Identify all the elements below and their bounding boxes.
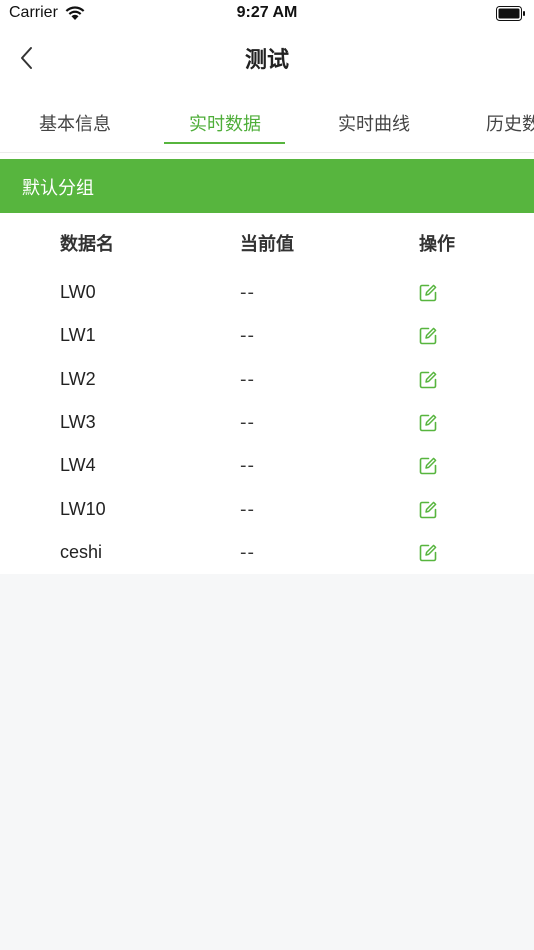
tab-history-data[interactable]: 历史数据: [448, 110, 534, 136]
table-row: LW2 --: [0, 369, 534, 412]
data-name-cell: ceshi: [60, 541, 103, 562]
edit-icon[interactable]: [418, 500, 438, 520]
current-value-cell: --: [240, 455, 255, 477]
active-tab-indicator: [164, 142, 285, 144]
column-header-action: 操作: [419, 234, 455, 255]
clock: 9:27 AM: [236, 4, 298, 21]
data-name-cell: LW10: [60, 498, 106, 519]
current-value-cell: --: [240, 498, 255, 520]
table-row: LW4 --: [0, 455, 534, 498]
data-name-cell: LW4: [60, 455, 96, 476]
battery-icon: [496, 6, 525, 21]
column-header-name: 数据名: [60, 234, 114, 255]
tab-bar: 基本信息 实时数据 实时曲线 历史数据: [0, 96, 534, 153]
nav-bar: 测试: [0, 30, 534, 86]
edit-icon[interactable]: [418, 370, 438, 390]
table-row: LW1 --: [0, 325, 534, 368]
current-value-cell: --: [240, 282, 255, 303]
edit-icon[interactable]: [418, 456, 438, 476]
edit-icon[interactable]: [418, 326, 438, 346]
current-value-cell: --: [240, 325, 255, 347]
column-header-value: 当前值: [240, 234, 294, 255]
edit-icon[interactable]: [418, 283, 438, 303]
data-name-cell: LW2: [60, 368, 96, 389]
page-title: 测试: [244, 48, 289, 73]
group-header[interactable]: 默认分组: [0, 159, 534, 213]
group-label: 默认分组: [22, 178, 94, 199]
data-name-cell: LW1: [60, 325, 96, 346]
current-value-cell: --: [240, 368, 255, 390]
data-name-cell: LW0: [60, 282, 96, 302]
tab-realtime-data[interactable]: 实时数据: [150, 110, 300, 136]
current-value-cell: --: [240, 541, 255, 563]
table-row: LW0 --: [0, 282, 534, 325]
edit-icon[interactable]: [418, 413, 438, 433]
tab-realtime-curve[interactable]: 实时曲线: [299, 110, 449, 136]
table-row: ceshi --: [0, 542, 534, 585]
table-row: LW10 --: [0, 499, 534, 542]
current-value-cell: --: [240, 411, 255, 433]
data-name-cell: LW3: [60, 411, 96, 432]
status-bar: Carrier 9:27 AM: [0, 0, 534, 28]
table-row: LW3 --: [0, 412, 534, 455]
edit-icon[interactable]: [418, 543, 438, 563]
tab-basic-info[interactable]: 基本信息: [0, 110, 150, 136]
